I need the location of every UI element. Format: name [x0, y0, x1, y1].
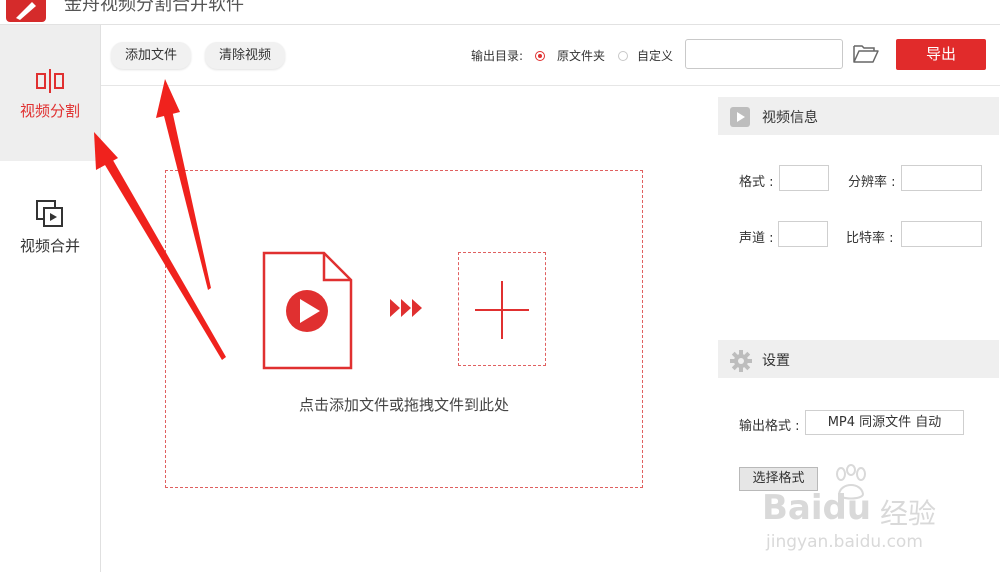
bitrate-field — [901, 221, 982, 247]
watermark-url: jingyan.baidu.com — [766, 532, 923, 552]
watermark-brand: Baidu — [762, 488, 872, 528]
resolution-label: 分辨率 : — [848, 175, 896, 190]
watermark-brand-cn: 经验 — [880, 497, 937, 530]
output-path-input[interactable] — [685, 39, 843, 69]
resolution-field — [901, 165, 982, 191]
app-title: 金舟视频分割合并软件 — [64, 0, 244, 15]
video-info-header: 视频信息 — [718, 97, 999, 135]
output-dir-label: 输出目录: — [471, 49, 524, 63]
bitrate-label: 比特率 : — [846, 231, 894, 246]
export-button[interactable]: 导出 — [896, 39, 986, 70]
video-file-icon — [262, 251, 353, 370]
format-label: 格式 : — [739, 175, 774, 190]
sidebar-item-video-split[interactable]: 视频分割 — [0, 25, 100, 161]
toolbar: 添加文件 清除视频 输出目录: 原文件夹 自定义 导出 — [101, 25, 1000, 86]
add-plus-icon[interactable] — [458, 252, 546, 366]
paw-icon — [836, 464, 866, 500]
app-logo-icon — [6, 0, 46, 22]
split-icon — [36, 69, 64, 93]
radio-original-label[interactable]: 原文件夹 — [557, 47, 605, 64]
select-format-button[interactable]: 选择格式 — [739, 467, 818, 491]
format-field — [779, 165, 829, 191]
sidebar-item-label: 视频分割 — [19, 102, 80, 120]
output-format-field: MP4 同源文件 自动 — [805, 410, 964, 435]
radio-custom[interactable] — [618, 51, 628, 61]
merge-icon — [36, 200, 63, 227]
sidebar-item-label: 视频合并 — [19, 237, 80, 255]
clear-video-button[interactable]: 清除视频 — [205, 42, 286, 69]
drop-zone[interactable]: 点击添加文件或拖拽文件到此处 — [165, 170, 643, 488]
output-format-label: 输出格式 : — [739, 419, 800, 434]
arrow-right-icon — [390, 299, 422, 317]
sidebar: 视频分割 视频合并 — [0, 25, 101, 572]
channel-label: 声道 : — [739, 231, 774, 246]
settings-header: 设置 — [718, 340, 999, 378]
sidebar-item-video-merge[interactable]: 视频合并 — [0, 185, 100, 321]
radio-custom-label[interactable]: 自定义 — [637, 47, 673, 64]
settings-title: 设置 — [762, 353, 790, 369]
title-bar: 金舟视频分割合并软件 — [0, 0, 1000, 25]
video-info-icon — [730, 107, 750, 127]
radio-original-folder[interactable] — [535, 51, 545, 61]
add-file-button[interactable]: 添加文件 — [111, 42, 192, 69]
gear-icon — [730, 350, 752, 372]
open-folder-icon[interactable] — [852, 42, 880, 66]
video-info-title: 视频信息 — [762, 110, 818, 126]
drop-hint-text: 点击添加文件或拖拽文件到此处 — [298, 396, 509, 414]
channel-field — [778, 221, 828, 247]
